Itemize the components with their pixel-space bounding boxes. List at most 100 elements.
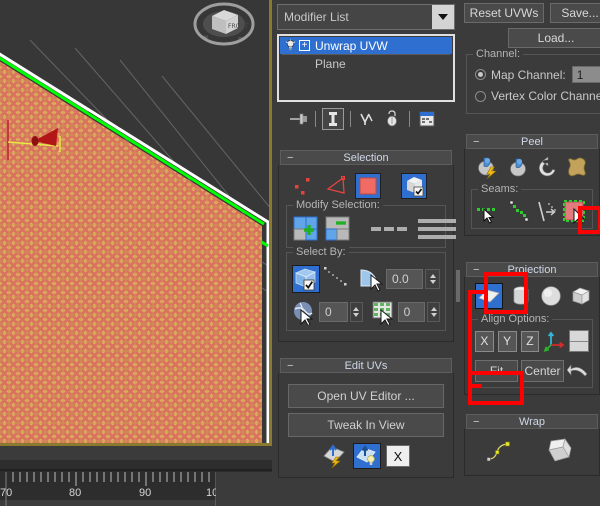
peel-rollout-body: Seams: <box>464 149 600 236</box>
minus-icon[interactable]: − <box>473 264 479 276</box>
select-by-smoothing-group-icon[interactable] <box>371 299 396 325</box>
peel-mode-icon[interactable] <box>507 155 531 179</box>
align-axis-row: X Y Z <box>475 330 589 352</box>
angle-spinner[interactable] <box>425 269 440 289</box>
save-button[interactable]: Save... <box>550 3 600 23</box>
load-button[interactable]: Load... <box>508 28 600 48</box>
wrap-rollout-body <box>464 429 600 476</box>
material-id-field[interactable]: 0 <box>319 302 348 322</box>
edge-sel-to-seam-icon[interactable] <box>475 200 503 224</box>
cylindrical-projection-icon[interactable] <box>509 283 533 309</box>
show-end-result-icon[interactable] <box>322 108 344 130</box>
loop-uv-icon[interactable] <box>370 216 412 242</box>
wrap-spline-icon[interactable] <box>485 437 521 465</box>
stack-item-plane[interactable]: Plane <box>280 55 452 72</box>
3dsmax-unwrap-uvw-window: FRONT W E 70 80 90 100 Modifier List + U… <box>0 0 600 506</box>
wrap-object-icon[interactable] <box>545 437 579 465</box>
box-projection-icon[interactable] <box>569 283 593 309</box>
selection-rollout: − Selection Modify Selection: Select By:… <box>277 150 456 342</box>
align-y-button[interactable]: Y <box>497 330 517 352</box>
minus-icon[interactable]: − <box>473 136 479 148</box>
shrink-selection-icon[interactable] <box>324 216 352 242</box>
perspective-viewport[interactable]: FRONT W E <box>0 0 272 446</box>
vertex-color-radio[interactable] <box>475 90 486 102</box>
map-channel-field[interactable]: 1 <box>571 66 600 83</box>
edit-uvs-rollout-header[interactable]: − Edit UVs <box>280 358 452 373</box>
configure-modifier-sets-icon[interactable] <box>416 108 438 130</box>
make-unique-icon[interactable] <box>357 108 379 130</box>
selection-rollout-header[interactable]: − Selection <box>280 150 452 165</box>
stack-item-label: Plane <box>315 56 346 71</box>
wrap-rollout-title: Wrap <box>518 415 546 428</box>
best-align-icon[interactable] <box>569 330 589 352</box>
minus-icon[interactable]: − <box>287 152 293 164</box>
center-button[interactable]: Center <box>521 360 564 382</box>
seams-icon-row <box>475 200 589 226</box>
peel-rollout: − Peel Seams: <box>464 134 600 236</box>
edge-selection-icon[interactable] <box>323 173 349 199</box>
align-z-button[interactable]: Z <box>520 330 540 352</box>
chevron-down-icon[interactable] <box>432 5 454 29</box>
projection-rollout-header[interactable]: − Projection <box>466 262 598 277</box>
reset-arrow-icon[interactable] <box>566 360 589 382</box>
reset-uvws-button[interactable]: Reset UVWs <box>464 3 544 23</box>
edit-uvs-rollout-title: Edit UVs <box>344 359 388 372</box>
spherical-projection-icon[interactable] <box>539 283 563 309</box>
quick-peel-icon[interactable] <box>476 155 502 180</box>
tweak-in-view-button[interactable]: Tweak In View <box>288 413 444 437</box>
ignore-backfacing-icon[interactable] <box>401 173 427 199</box>
map-channel-radio[interactable] <box>475 69 486 80</box>
time-ruler[interactable]: 70 80 90 100 <box>0 460 272 506</box>
align-x-button[interactable]: X <box>475 330 494 352</box>
vertex-color-channel-row[interactable]: Vertex Color Channel <box>467 83 600 103</box>
stack-item-unwrap-uvw[interactable]: + Unwrap UVW <box>280 37 452 54</box>
command-panel-right-column: Reset UVWs Save... Load... Channel: Map … <box>460 0 600 500</box>
grow-selection-icon[interactable] <box>292 216 320 242</box>
material-id-spinner[interactable] <box>350 302 363 322</box>
seams-group-title: Seams: <box>478 183 522 195</box>
angle-value-field[interactable]: 0.0 <box>386 269 424 289</box>
modify-selection-title: Modify Selection: <box>293 199 383 211</box>
select-element-icon[interactable] <box>292 265 320 293</box>
smoothing-group-spinner[interactable] <box>427 302 441 322</box>
ring-uv-icon[interactable] <box>416 216 458 242</box>
select-by-material-id-icon[interactable] <box>292 299 317 325</box>
select-by-title: Select By: <box>293 246 349 258</box>
pin-stack-icon[interactable] <box>287 108 309 130</box>
smoothing-group-field[interactable]: 0 <box>397 302 426 322</box>
peel-rollout-header[interactable]: − Peel <box>466 134 598 149</box>
modifier-list-dropdown[interactable]: Modifier List <box>277 4 455 30</box>
planar-projection-icon[interactable] <box>475 283 503 309</box>
edge-to-seam-icon[interactable] <box>536 200 560 224</box>
align-to-view-icon[interactable] <box>543 330 565 352</box>
face-selection-icon[interactable] <box>355 173 381 199</box>
modify-selection-group: Modify Selection: <box>286 199 456 248</box>
minus-icon[interactable]: − <box>473 416 479 428</box>
wrap-rollout-header[interactable]: − Wrap <box>466 414 598 429</box>
select-by-angle-icon[interactable] <box>358 265 384 293</box>
lightbulb-icon[interactable] <box>284 39 297 52</box>
time-slider-area[interactable]: 70 80 90 100 <box>0 446 272 506</box>
minus-icon[interactable]: − <box>287 360 293 372</box>
point-to-point-seam-icon[interactable] <box>506 200 532 224</box>
cancel-mapping-icon[interactable]: X <box>386 445 410 467</box>
map-channel-row[interactable]: Map Channel: 1 <box>467 63 600 83</box>
expand-modifier-icon[interactable]: + <box>299 40 310 51</box>
quick-planar-map-icon[interactable] <box>322 444 348 469</box>
command-panel-modify: Modifier List + Unwrap UVW Plane − Selec… <box>272 0 462 500</box>
planar-map-icon[interactable] <box>353 443 381 469</box>
seams-group: Seams: <box>471 183 593 229</box>
open-uv-editor-button[interactable]: Open UV Editor ... <box>288 384 444 408</box>
vertex-selection-icon[interactable] <box>291 173 317 199</box>
modifier-stack-toolbar <box>277 106 455 132</box>
edit-uvs-icon-row: X <box>285 443 447 469</box>
pelt-map-icon[interactable] <box>565 155 589 179</box>
view-cube[interactable]: FRONT W E <box>192 2 256 58</box>
expand-face-sel-to-seams-icon[interactable] <box>562 200 589 226</box>
fit-button[interactable]: Fit <box>475 360 518 382</box>
select-by-dotted-path-icon <box>322 265 356 293</box>
vertex-color-label: Vertex Color Channel <box>491 89 600 103</box>
remove-modifier-icon[interactable] <box>381 108 403 130</box>
modifier-stack[interactable]: + Unwrap UVW Plane <box>277 34 455 102</box>
reset-peel-icon[interactable] <box>536 155 560 179</box>
